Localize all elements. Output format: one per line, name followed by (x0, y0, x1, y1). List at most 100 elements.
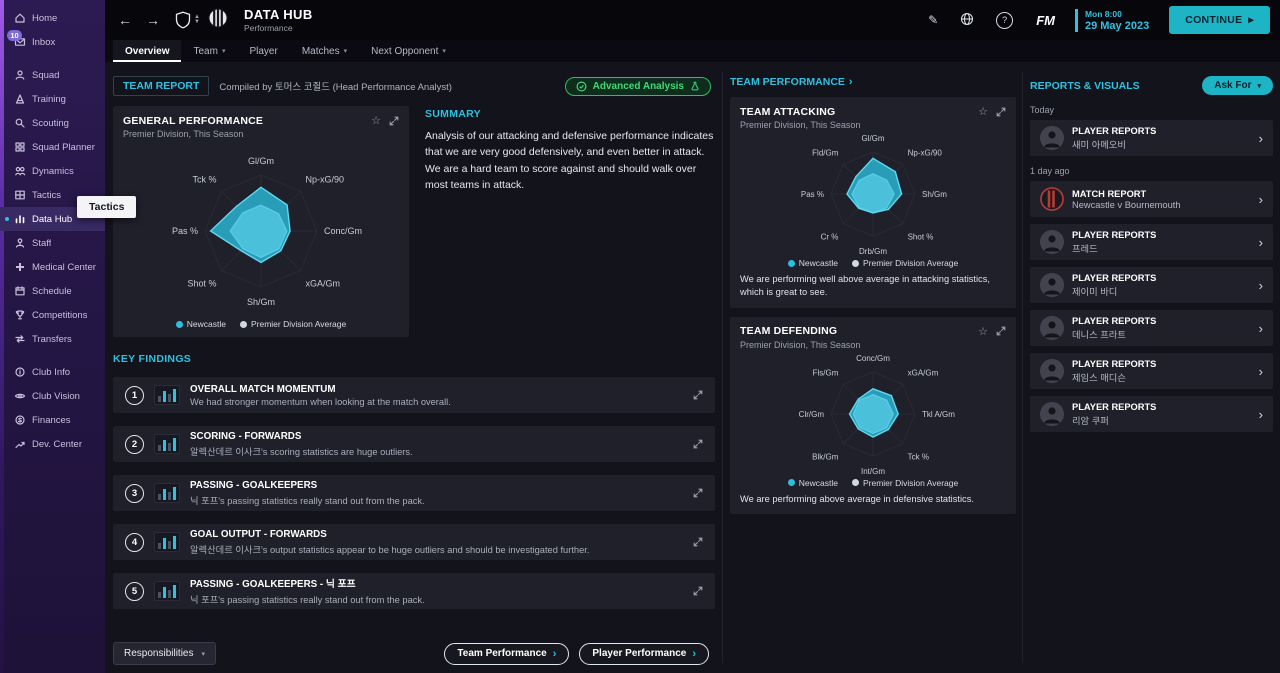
key-finding-row[interactable]: 1 OVERALL MATCH MOMENTUM We had stronger m… (113, 377, 715, 413)
team-performance-button[interactable]: Team Performance › (444, 642, 570, 665)
tab-next-opponent[interactable]: Next Opponent ▾ (359, 40, 458, 62)
sidebar-item-schedule[interactable]: Schedule (0, 279, 105, 303)
sidebar-item-label: Club Vision (32, 390, 80, 402)
sidebar-item-label: Squad (32, 69, 60, 81)
sidebar-item-finances[interactable]: Finances (0, 408, 105, 432)
legend-label: Premier Division Average (250, 319, 347, 329)
expand-icon[interactable] (693, 390, 703, 400)
sidebar-item-dynamics[interactable]: Dynamics (0, 159, 105, 183)
fm-data-hub-screen: Home Inbox 10 Squad Training Scouting Squad Pl… (0, 0, 1280, 673)
key-finding-row[interactable]: 4 GOAL OUTPUT - FORWARDS 알렉산데르 이사크's outpu… (113, 524, 715, 560)
player-report-card[interactable]: PLAYER REPORTS 리암 쿠퍼 › (1030, 396, 1273, 432)
page-title-block: DATA HUB Performance (244, 7, 313, 33)
globe-icon[interactable] (960, 12, 974, 29)
continue-button[interactable]: CONTINUE ▸ (1169, 6, 1270, 34)
sidebar-item-label: Scouting (32, 117, 69, 129)
sidebar-item-staff[interactable]: Staff (0, 231, 105, 255)
sidebar-item-club-vision[interactable]: Club Vision (0, 384, 105, 408)
sidebar-item-label: Home (32, 12, 58, 24)
team-report-selector[interactable]: TEAM REPORT (113, 76, 210, 96)
ask-for-button[interactable]: Ask For ▾ (1202, 76, 1273, 95)
sidebar-item-competitions[interactable]: Competitions (0, 303, 105, 327)
player-avatar (1040, 126, 1064, 150)
match-report-card[interactable]: MATCH REPORT Newcastle v Bournemouth › (1030, 181, 1273, 217)
svg-text:Sh/Gm: Sh/Gm (922, 190, 947, 199)
svg-text:Clr/Gm: Clr/Gm (799, 410, 825, 419)
club-crest-selector[interactable]: ▲ ▼ (175, 11, 200, 29)
favourite-star-icon[interactable]: ☆ (978, 105, 988, 118)
svg-text:Drb/Gm: Drb/Gm (859, 247, 887, 256)
sidebar-group: Club Info Club Vision Finances Dev. Center (0, 360, 105, 456)
key-finding-row[interactable]: 5 PASSING - GOALKEEPERS - 닉 포프 닉 포프's pass… (113, 573, 715, 609)
finding-text: GOAL OUTPUT - FORWARDS 알렉산데르 이사크's output… (190, 529, 683, 556)
finding-text: OVERALL MATCH MOMENTUM We had stronger mo… (190, 384, 683, 407)
summary-text: Analysis of our attacking and defensive … (425, 130, 714, 191)
svg-text:Np-xG/90: Np-xG/90 (908, 148, 943, 157)
sidebar-item-scouting[interactable]: Scouting (0, 111, 105, 135)
expand-icon[interactable] (996, 326, 1006, 336)
tab-team[interactable]: Team ▾ (181, 40, 237, 62)
key-finding-row[interactable]: 3 PASSING - GOALKEEPERS 닉 포프's passing sta… (113, 475, 715, 511)
tab-overview[interactable]: Overview (113, 40, 182, 62)
player-report-card[interactable]: PLAYER REPORTS 제이미 바디 › (1030, 267, 1273, 303)
advanced-analysis-button[interactable]: Advanced Analysis (564, 76, 711, 96)
favourite-star-icon[interactable]: ☆ (978, 325, 988, 338)
edit-pencil-icon[interactable]: ✎ (928, 13, 938, 27)
key-finding-row[interactable]: 2 SCORING - FORWARDS 알렉산데르 이사크's scoring s… (113, 426, 715, 462)
sidebar-item-club-info[interactable]: Club Info (0, 360, 105, 384)
team-performance-heading[interactable]: TEAM PERFORMANCE › (730, 76, 1016, 88)
back-button[interactable]: ← (115, 12, 135, 28)
finding-thumbnail-chart-icon (154, 434, 180, 454)
forward-button[interactable]: → (143, 12, 163, 28)
chevron-down-icon: ▾ (343, 48, 348, 55)
tab-player[interactable]: Player (237, 40, 289, 62)
tab-bar: Overview Team ▾ Player Matches ▾ Next Opponent… (105, 40, 1280, 62)
expand-icon[interactable] (693, 537, 703, 547)
team-attacking-radar-chart: Gl/Gm Np-xG/90 Sh/Gm Shot % Drb/Gm Cr % Pas % F… (801, 134, 947, 256)
responsibilities-button[interactable]: Responsibilities ▾ (113, 642, 216, 665)
report-subject: 제임스 매디슨 (1072, 372, 1126, 383)
finding-thumbnail-chart-icon (154, 581, 180, 601)
player-report-card[interactable]: PLAYER REPORTS 제임스 매디슨 › (1030, 353, 1273, 389)
sidebar-item-home[interactable]: Home (0, 6, 105, 30)
sidebar-item-dev-center[interactable]: Dev. Center (0, 432, 105, 456)
match-crest-icon (1040, 187, 1064, 211)
player-performance-button[interactable]: Player Performance › (579, 642, 709, 665)
sidebar-item-transfers[interactable]: Transfers (0, 327, 105, 351)
report-title: PLAYER REPORTS (1072, 401, 1157, 412)
sidebar-item-inbox[interactable]: Inbox 10 (0, 30, 105, 54)
finding-number: 2 (125, 434, 144, 454)
key-findings-heading: KEY FINDINGS (113, 353, 192, 365)
expand-icon[interactable] (693, 439, 703, 449)
page-title: DATA HUB (243, 7, 313, 22)
svg-text:Shot %: Shot % (187, 279, 216, 289)
expand-icon[interactable] (389, 116, 399, 126)
tab-matches[interactable]: Matches ▾ (290, 40, 359, 62)
legend-label: Newcastle (798, 477, 838, 488)
player-avatar (1040, 402, 1064, 426)
player-report-card[interactable]: PLAYER REPORTS 프레드 › (1030, 224, 1273, 260)
tab-label: Team (193, 45, 218, 57)
expand-icon[interactable] (693, 488, 703, 498)
report-text: PLAYER REPORTS 제임스 매디슨 (1072, 359, 1156, 384)
flask-icon (691, 81, 699, 91)
reports-visuals-heading: REPORTS & VISUALS (1030, 79, 1140, 92)
sidebar-item-label: Dynamics (32, 165, 74, 177)
sidebar-item-medical-center[interactable]: Medical Center (0, 255, 105, 279)
sidebar-item-squad-planner[interactable]: Squad Planner (0, 135, 105, 159)
expand-icon[interactable] (996, 107, 1006, 117)
chevron-right-icon: › (1258, 130, 1263, 146)
svg-text:Conc/Gm: Conc/Gm (856, 354, 890, 363)
sidebar-item-training[interactable]: Training (0, 87, 105, 111)
finding-description: 알렉산데르 이사크's scoring statistics are huge … (190, 446, 413, 457)
chevron-right-icon: › (1258, 234, 1263, 250)
favourite-star-icon[interactable]: ☆ (371, 114, 381, 127)
player-report-card[interactable]: PLAYER REPORTS 새미 아메오비 › (1030, 120, 1273, 156)
sidebar-item-label: Medical Center (32, 261, 96, 273)
sidebar-item-squad[interactable]: Squad (0, 63, 105, 87)
chevron-right-icon: › (692, 647, 696, 660)
expand-icon[interactable] (693, 586, 703, 596)
svg-text:Fld/Gm: Fld/Gm (812, 148, 839, 157)
help-icon[interactable]: ? (996, 11, 1014, 29)
player-report-card[interactable]: PLAYER REPORTS 데니스 프라트 › (1030, 310, 1273, 346)
